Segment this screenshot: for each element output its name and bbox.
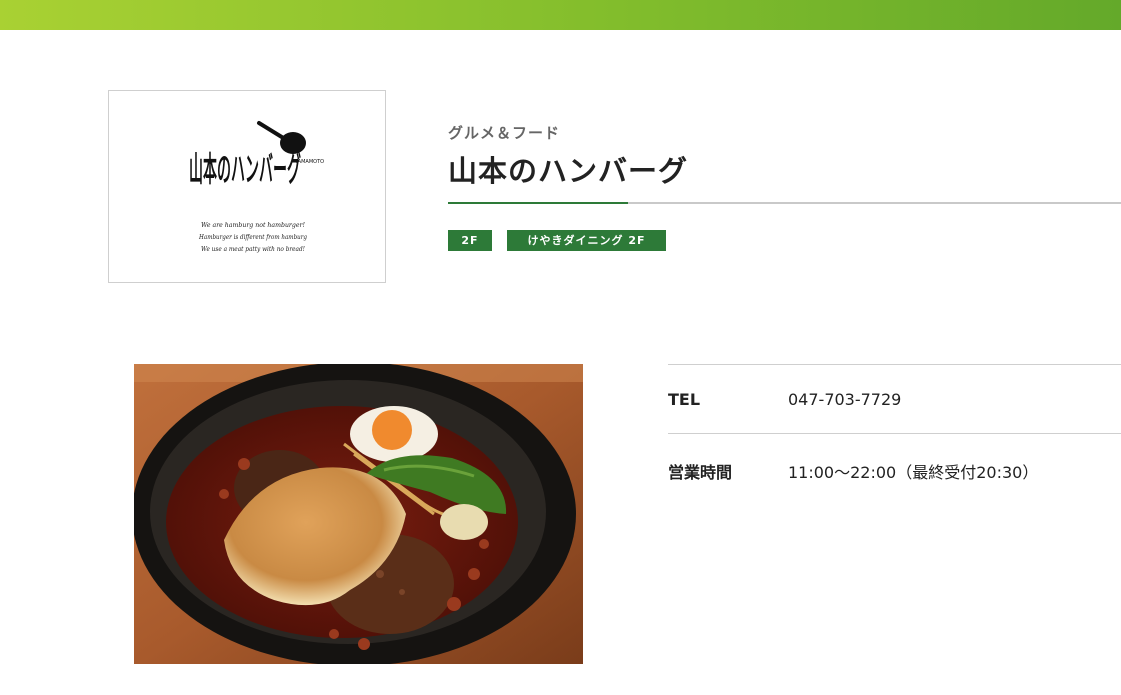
logo-brand-sub: YAMAMOTO: [294, 159, 324, 165]
shop-name: 山本のハンバーグ: [448, 154, 689, 188]
shop-category: グルメ＆フード: [448, 124, 561, 142]
logo-tagline-3: We use a meat patty with no bread!: [201, 245, 305, 253]
tel-label: TEL: [668, 390, 701, 409]
shop-logo: 山本のハンバーグ YAMAMOTO We are hamburg not ham…: [108, 90, 386, 283]
logo-brand-main: 山本のハンバーグ: [189, 150, 301, 190]
hours-value: 11:00〜22:00（最終受付20:30）: [788, 463, 1039, 482]
area-tag[interactable]: けやきダイニング 2F: [507, 230, 666, 251]
logo-tagline-1: We are hamburg not hamburger!: [201, 221, 305, 229]
title-divider-accent: [448, 202, 628, 204]
info-divider-middle: [668, 433, 1121, 434]
top-accent-bar: [0, 0, 1121, 30]
food-photo: [134, 364, 583, 664]
tel-value[interactable]: 047-703-7729: [788, 390, 901, 409]
info-divider-top: [668, 364, 1121, 365]
floor-tag[interactable]: 2F: [448, 230, 492, 251]
logo-tagline-2: Hamburger is different from hamburg: [198, 233, 307, 241]
hours-label: 営業時間: [668, 463, 733, 482]
